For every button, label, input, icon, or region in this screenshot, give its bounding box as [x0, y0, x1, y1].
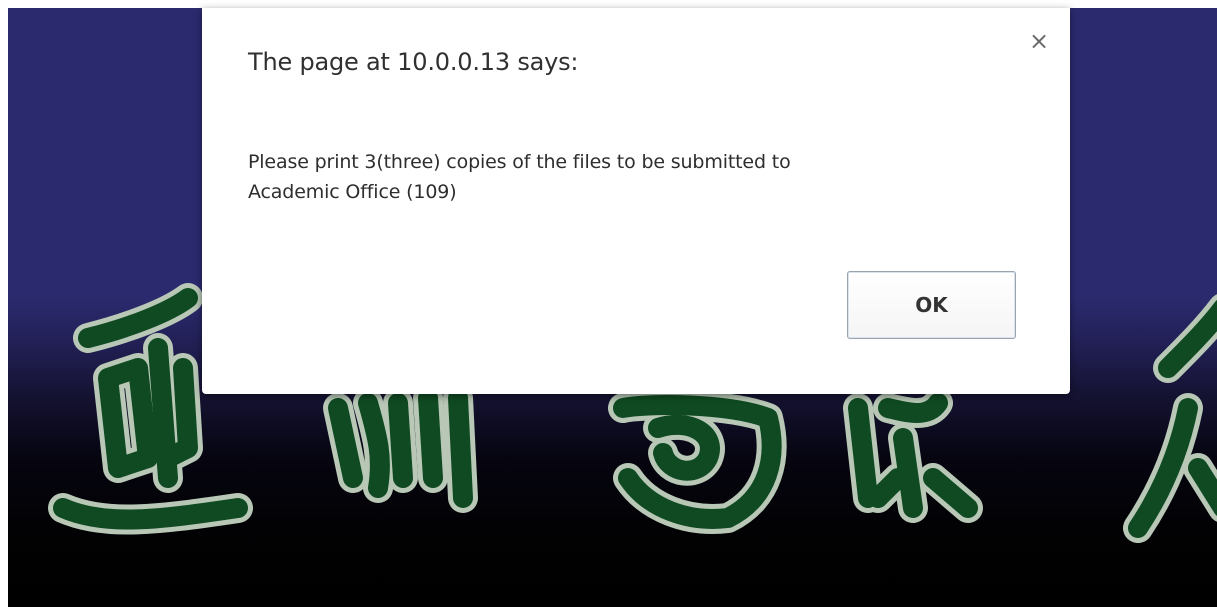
- ok-button[interactable]: OK: [847, 271, 1016, 339]
- alert-dialog: The page at 10.0.0.13 says: × Please pri…: [202, 8, 1070, 394]
- dialog-message: Please print 3(three) copies of the file…: [248, 147, 1028, 207]
- calligraphy-char-da: [1123, 294, 1217, 543]
- calligraphy-char-guo: [608, 390, 787, 534]
- page: The page at 10.0.0.13 says: × Please pri…: [0, 0, 1217, 607]
- close-icon[interactable]: ×: [1029, 27, 1049, 55]
- dialog-message-line-2: Academic Office (109): [248, 181, 457, 203]
- dialog-title: The page at 10.0.0.13 says:: [248, 48, 579, 76]
- close-button[interactable]: ×: [1024, 26, 1054, 56]
- calligraphy-char-zhou: [323, 383, 478, 513]
- calligraphy-char-ji: [843, 388, 983, 523]
- dialog-message-line-1: Please print 3(three) copies of the file…: [248, 151, 791, 173]
